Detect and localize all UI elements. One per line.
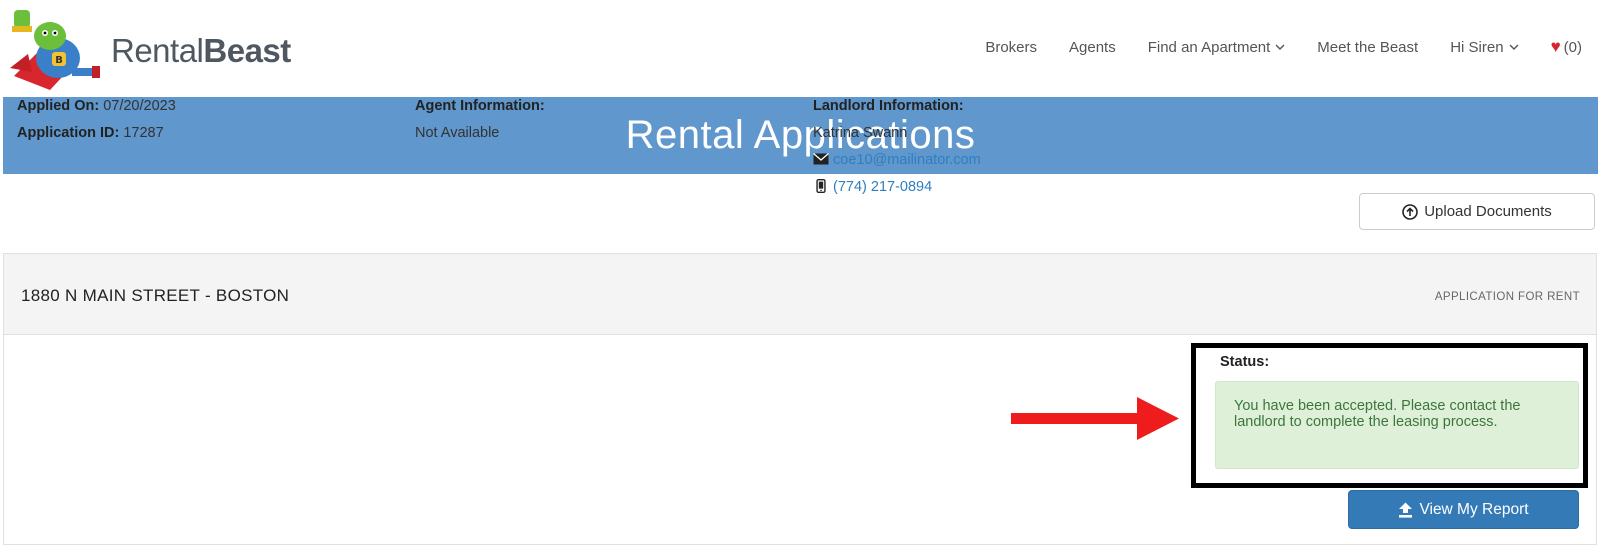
brand-name-bold: Beast — [203, 32, 291, 69]
red-arrow-annotation — [1011, 397, 1179, 440]
favorites-count: (0) — [1563, 38, 1582, 56]
agent-info: Agent Information: Not Available — [415, 96, 545, 150]
agent-info-value: Not Available — [415, 125, 500, 141]
landlord-name: Katrina Swann — [813, 125, 908, 141]
chevron-down-icon — [1275, 44, 1285, 50]
main-nav: Brokers Agents Find an Apartment Meet th… — [953, 37, 1582, 57]
property-address: 1880 N MAIN STREET - BOSTON — [21, 286, 290, 305]
page-banner: Rental Applications — [3, 97, 1598, 174]
brand-name-light: Rental — [111, 32, 204, 69]
upload-circle-icon — [1402, 203, 1419, 220]
application-card-header: 1880 N MAIN STREET - BOSTON APPLICATION … — [4, 254, 1596, 335]
landlord-email-row: coe10@mailinator.com — [813, 150, 981, 177]
applied-on-label: Applied On: — [17, 98, 100, 114]
landlord-info: Landlord Information: Katrina Swann coe1… — [813, 96, 981, 204]
view-my-report-button[interactable]: View My Report — [1348, 490, 1579, 529]
rental-beast-logo[interactable]: B RentalBeast — [6, 6, 291, 92]
nav-agents-label: Agents — [1069, 38, 1116, 56]
brand-name: RentalBeast — [111, 32, 291, 70]
view-my-report-label: View My Report — [1419, 500, 1529, 518]
landlord-info-label: Landlord Information: — [813, 98, 964, 114]
agent-info-label: Agent Information: — [415, 98, 545, 114]
mobile-phone-icon — [816, 179, 826, 193]
nav-brokers[interactable]: Brokers — [985, 39, 1037, 56]
nav-favorites[interactable]: ♥ (0) — [1551, 37, 1582, 57]
applied-on-value: 07/20/2023 — [103, 98, 176, 114]
landlord-phone-row: (774) 217-0894 — [813, 177, 981, 204]
nav-agents[interactable]: Agents — [1069, 39, 1116, 56]
application-info: Applied On: 07/20/2023 Application ID: 1… — [17, 96, 176, 150]
nav-brokers-label: Brokers — [985, 38, 1038, 56]
landlord-email-link[interactable]: coe10@mailinator.com — [833, 152, 981, 168]
top-header: B RentalBeast Brokers Agents Find an Apa… — [0, 0, 1600, 97]
envelope-icon — [813, 153, 829, 165]
beast-mascot-icon: B — [10, 10, 100, 90]
chevron-down-icon — [1509, 44, 1519, 50]
nav-find-apartment-label: Find an Apartment — [1147, 38, 1271, 56]
upload-documents-label: Upload Documents — [1424, 203, 1552, 220]
applied-on-row: Applied On: 07/20/2023 — [17, 96, 176, 123]
application-id-label: Application ID: — [17, 125, 120, 141]
heart-icon: ♥ — [1550, 37, 1561, 56]
status-highlight-box: Status: You have been accepted. Please c… — [1191, 343, 1588, 488]
svg-text:B: B — [55, 55, 63, 66]
nav-user-menu[interactable]: Hi Siren — [1450, 38, 1519, 56]
status-label: Status: — [1220, 354, 1270, 370]
upload-icon — [1399, 502, 1413, 518]
nav-user-menu-label: Hi Siren — [1450, 38, 1504, 56]
application-id-value: 17287 — [123, 125, 164, 141]
landlord-phone-link[interactable]: (774) 217-0894 — [833, 179, 932, 195]
nav-meet-the-beast[interactable]: Meet the Beast — [1317, 39, 1418, 56]
application-type: APPLICATION FOR RENT — [1434, 291, 1580, 303]
upload-documents-button[interactable]: Upload Documents — [1359, 193, 1595, 230]
application-id-row: Application ID: 17287 — [17, 123, 176, 150]
nav-find-apartment[interactable]: Find an Apartment — [1148, 39, 1286, 56]
nav-meet-the-beast-label: Meet the Beast — [1317, 38, 1419, 56]
status-alert: You have been accepted. Please contact t… — [1215, 381, 1579, 469]
